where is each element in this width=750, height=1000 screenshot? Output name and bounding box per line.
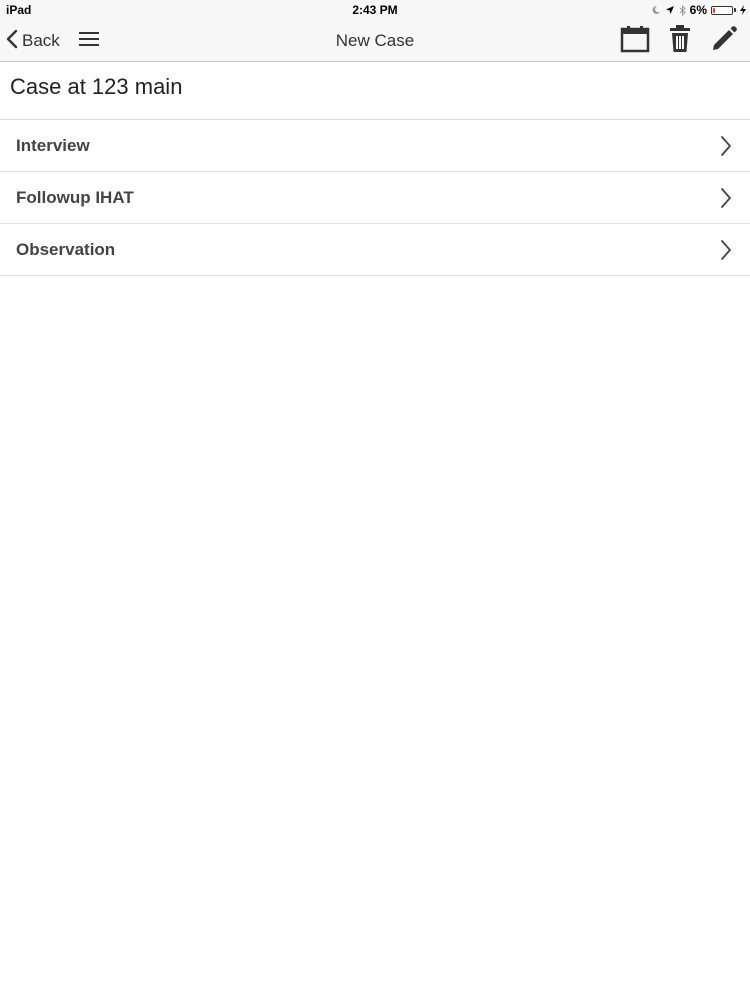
chevron-right-icon bbox=[720, 187, 732, 214]
chevron-right-icon bbox=[720, 239, 732, 266]
pencil-icon bbox=[710, 25, 738, 58]
hamburger-menu-icon bbox=[78, 31, 100, 52]
list-item-followup-ihat[interactable]: Followup IHAT bbox=[0, 172, 750, 224]
status-indicators: 6% bbox=[651, 2, 746, 18]
chevron-right-icon bbox=[720, 135, 732, 162]
status-time: 2:43 PM bbox=[352, 3, 398, 17]
nav-actions bbox=[620, 20, 738, 62]
battery-icon bbox=[711, 5, 736, 15]
list-item-label: Followup IHAT bbox=[16, 188, 134, 207]
menu-button[interactable] bbox=[78, 20, 100, 62]
list-item-label: Observation bbox=[16, 240, 116, 259]
status-bar: iPad 2:43 PM 6% bbox=[0, 0, 750, 20]
moon-icon bbox=[651, 5, 661, 15]
battery-percent: 6% bbox=[689, 3, 707, 17]
edit-button[interactable] bbox=[710, 25, 738, 58]
back-button[interactable]: Back bbox=[6, 20, 60, 62]
chevron-left-icon bbox=[6, 29, 18, 54]
list-item-label: Interview bbox=[16, 136, 90, 155]
list-item-observation[interactable]: Observation bbox=[0, 224, 750, 276]
list-item-interview[interactable]: Interview bbox=[0, 120, 750, 172]
charging-bolt-icon bbox=[740, 5, 746, 15]
delete-button[interactable] bbox=[668, 24, 692, 58]
navigation-bar: Back New Case bbox=[0, 20, 750, 62]
calendar-icon bbox=[620, 25, 650, 58]
case-header: Case at 123 main bbox=[0, 62, 750, 120]
trash-icon bbox=[668, 24, 692, 58]
bluetooth-icon bbox=[679, 4, 686, 16]
case-sections-list: Interview Followup IHAT Observation bbox=[0, 120, 750, 276]
calendar-button[interactable] bbox=[620, 25, 650, 58]
back-label: Back bbox=[22, 31, 60, 50]
location-arrow-icon bbox=[665, 5, 675, 15]
case-title: Case at 123 main bbox=[10, 74, 183, 99]
